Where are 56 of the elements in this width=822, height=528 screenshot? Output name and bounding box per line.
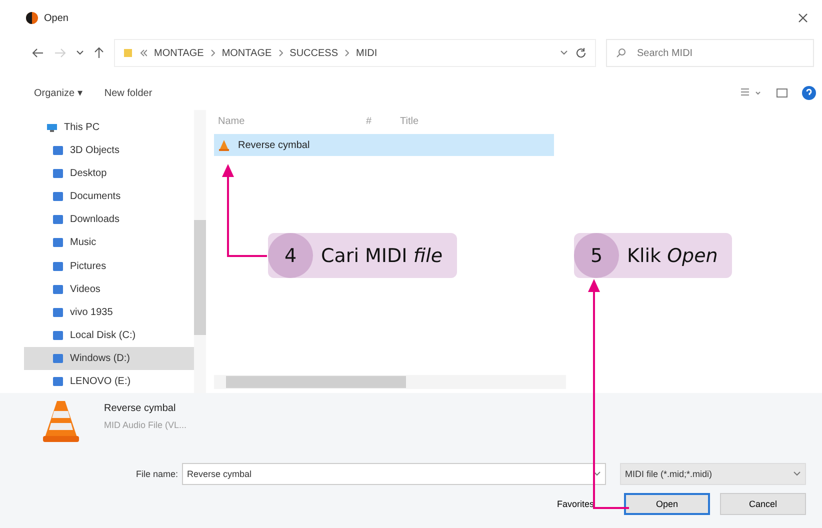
file-type-dropdown[interactable]: MIDI file (*.mid;*.midi) — [620, 463, 806, 485]
scrollbar[interactable] — [214, 375, 566, 389]
dialog-button[interactable]: Cancel — [720, 493, 806, 515]
path-segment[interactable]: SUCCESS — [290, 48, 338, 58]
organize-button[interactable]: Organize ▾ — [30, 84, 86, 102]
chevron-down-icon[interactable] — [593, 471, 602, 477]
nav-item[interactable]: Windows (D:) — [24, 346, 194, 370]
search-field[interactable]: Search MIDI — [606, 39, 814, 67]
up-icon[interactable] — [94, 47, 104, 59]
nav-item[interactable]: Local Disk (C:) — [24, 324, 194, 347]
chevron-icon — [345, 49, 350, 57]
step-number: 4 — [268, 233, 313, 278]
path-segment[interactable]: MONTAGE — [154, 48, 204, 58]
view-icon[interactable] — [740, 88, 762, 98]
path-segment[interactable]: MIDI — [356, 48, 378, 58]
app-icon — [26, 12, 38, 24]
nav-item[interactable]: Documents — [24, 185, 194, 208]
callout-text: Cari MIDI file — [321, 244, 443, 266]
new-folder-button[interactable]: New folder — [100, 84, 156, 102]
scrollbar[interactable] — [194, 110, 206, 393]
cone-icon — [42, 399, 80, 443]
back-icon[interactable] — [32, 48, 44, 58]
refresh-icon[interactable] — [575, 47, 587, 59]
chevron-icon — [278, 49, 283, 57]
nav-item[interactable]: Pictures — [24, 254, 194, 278]
step-number: 5 — [574, 233, 619, 278]
nav-item[interactable]: Desktop — [24, 162, 194, 186]
chevron-icon — [140, 49, 147, 57]
nav-item[interactable]: Music — [24, 231, 194, 254]
close-icon[interactable] — [798, 13, 808, 23]
search-icon — [616, 48, 626, 58]
nav-item[interactable]: This PC — [24, 116, 194, 140]
nav-item[interactable]: vivo 1935 — [24, 300, 194, 324]
file-name-field[interactable]: Reverse cymbal — [182, 463, 606, 485]
nav-item[interactable]: LENOVO (E:) — [24, 370, 194, 393]
dialog-button[interactable]: Open — [624, 493, 710, 515]
monitor-icon — [46, 122, 58, 133]
pane-icon[interactable] — [776, 88, 788, 98]
window-title: Open — [44, 12, 68, 24]
file-type-text: MID Audio File (VL... — [104, 420, 187, 430]
chevron-down-icon[interactable] — [560, 50, 568, 56]
file-row[interactable]: Reverse cymbal — [214, 134, 554, 156]
help-icon[interactable] — [802, 86, 816, 100]
chevron-down-icon[interactable] — [76, 50, 84, 56]
chevron-down-icon — [793, 471, 802, 477]
nav-item[interactable]: Videos — [24, 278, 194, 301]
callout-text: Klik Open — [627, 244, 718, 266]
cone-icon — [218, 139, 230, 151]
favorites-button[interactable]: Favorites — [550, 493, 600, 515]
file-name-text: Reverse cymbal — [104, 403, 177, 414]
nav-item[interactable]: 3D Objects — [24, 139, 194, 162]
nav-item[interactable]: Downloads — [24, 208, 194, 232]
chevron-icon — [210, 49, 215, 57]
field-label: File name: — [136, 469, 178, 479]
path-segment[interactable]: MONTAGE — [222, 48, 272, 58]
address-bar[interactable]: MONTAGE MONTAGE SUCCESS MIDI — [114, 39, 596, 67]
